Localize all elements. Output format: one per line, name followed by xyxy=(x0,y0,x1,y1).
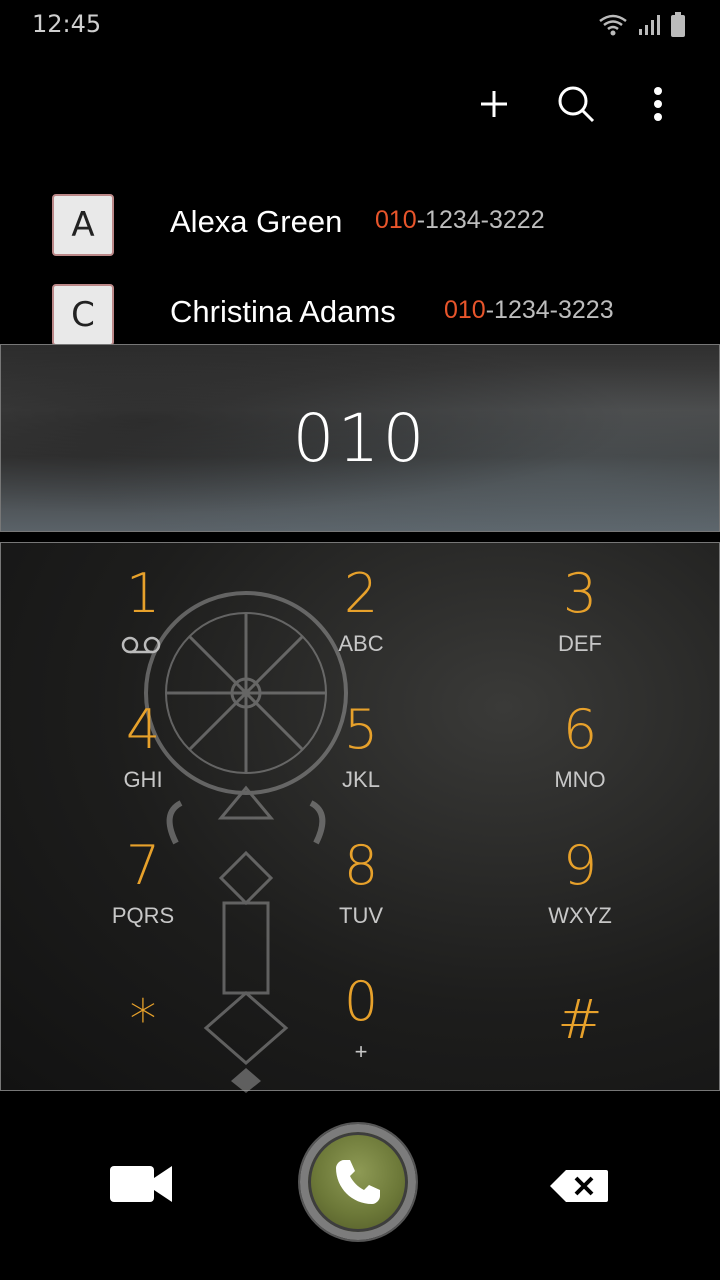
key-digit: 9 xyxy=(562,834,598,897)
battery-icon xyxy=(671,12,685,37)
key-letters: JKL xyxy=(342,767,380,792)
avatar: A xyxy=(52,194,114,256)
wifi-icon xyxy=(599,14,627,36)
key-digit: 2 xyxy=(343,562,379,625)
contact-suggestion[interactable]: A Alexa Green 010-1234-3222 xyxy=(0,192,720,282)
search-button[interactable] xyxy=(554,80,598,128)
add-contact-button[interactable] xyxy=(472,80,516,128)
key-letters: MNO xyxy=(554,767,606,792)
contact-number: 010-1234-3222 xyxy=(375,206,545,235)
key-digit: 4 xyxy=(125,698,161,761)
key-digit: * xyxy=(129,988,157,1051)
key-digit: 6 xyxy=(562,698,598,761)
more-vert-icon xyxy=(654,87,662,121)
key-4[interactable]: 4 GHI xyxy=(33,699,253,819)
key-digit: 1 xyxy=(125,562,161,625)
key-letters: + xyxy=(354,1039,368,1064)
number-match: 010 xyxy=(375,206,417,234)
call-button[interactable] xyxy=(300,1124,416,1240)
number-rest: -1234-3222 xyxy=(416,206,545,234)
video-call-icon xyxy=(110,1166,172,1202)
contact-suggestion[interactable]: C Christina Adams 010-1234-3223 xyxy=(0,282,720,344)
key-9[interactable]: 9 WXYZ xyxy=(470,835,690,955)
key-digit: # xyxy=(557,988,603,1051)
key-letters: PQRS xyxy=(111,903,175,928)
key-letters: GHI xyxy=(123,767,163,792)
number-rest: -1234-3223 xyxy=(485,296,614,324)
key-6[interactable]: 6 MNO xyxy=(470,699,690,819)
signal-icon xyxy=(639,15,660,35)
key-digit: 5 xyxy=(343,698,379,761)
key-7[interactable]: 7 PQRS xyxy=(33,835,253,955)
more-options-button[interactable] xyxy=(636,80,680,128)
contact-number: 010-1234-3223 xyxy=(444,296,614,325)
phone-icon xyxy=(336,1160,380,1204)
key-3[interactable]: 3 DEF xyxy=(470,563,690,683)
key-2[interactable]: 2 ABC xyxy=(251,563,471,683)
backspace-button[interactable] xyxy=(548,1168,610,1204)
key-8[interactable]: 8 TUV xyxy=(251,835,471,955)
number-display[interactable]: 010 xyxy=(0,344,720,532)
key-letters: TUV xyxy=(339,903,383,928)
action-bar xyxy=(472,80,680,128)
video-call-button[interactable] xyxy=(108,1160,176,1208)
key-digit: 7 xyxy=(125,834,161,897)
contact-name: Christina Adams xyxy=(170,294,396,329)
key-0[interactable]: 0 + xyxy=(251,971,471,1091)
number-match: 010 xyxy=(444,296,486,324)
status-icons xyxy=(598,12,686,38)
plus-icon xyxy=(481,91,507,117)
search-icon xyxy=(558,86,595,123)
status-bar: 12:45 xyxy=(0,0,720,50)
key-digit: 8 xyxy=(343,834,379,897)
bottom-bar xyxy=(0,1090,720,1280)
avatar: C xyxy=(52,284,114,344)
backspace-icon xyxy=(550,1170,608,1202)
key-digit: 3 xyxy=(562,562,598,625)
status-time: 12:45 xyxy=(32,10,102,38)
key-5[interactable]: 5 JKL xyxy=(251,699,471,819)
dial-keypad: 1 2 ABC 3 DEF 4 GHI 5 JKL 6 MNO 7 PQRS 8… xyxy=(0,542,720,1093)
key-letters: WXYZ xyxy=(548,903,612,928)
key-letters: ABC xyxy=(338,631,384,656)
key-letters: DEF xyxy=(558,631,602,656)
key-digit: 0 xyxy=(343,970,379,1033)
contact-name: Alexa Green xyxy=(170,204,343,239)
dialed-number: 010 xyxy=(292,399,428,477)
key-1[interactable]: 1 xyxy=(33,563,253,683)
